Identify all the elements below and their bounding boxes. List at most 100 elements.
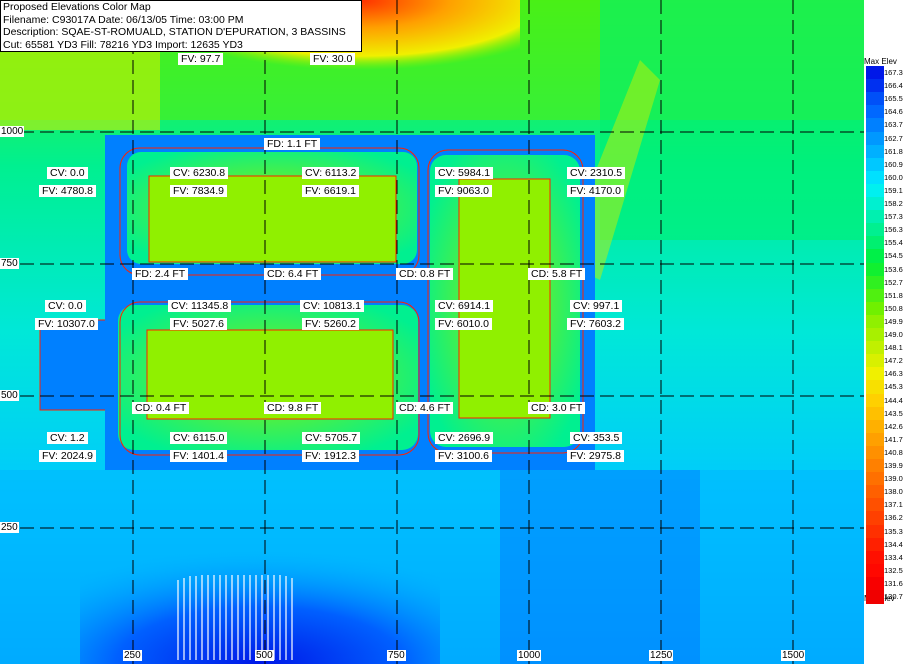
- legend-swatch: [866, 537, 884, 552]
- fv-label: FV: 6010.0: [435, 318, 492, 330]
- legend-swatch: [866, 511, 884, 526]
- cd-label: CD: 0.8 FT: [396, 268, 454, 280]
- legend-swatch: [866, 393, 884, 408]
- legend-swatch: [866, 105, 884, 120]
- legend-value: 157.3: [884, 212, 903, 222]
- legend-value: 160.0: [884, 172, 903, 182]
- legend-swatch: [866, 498, 884, 513]
- legend-swatch: [866, 576, 884, 591]
- elevation-legend: Max Elev Min Elev 167.3166.4165.5164.616…: [864, 56, 912, 604]
- y-tick-250: 250: [0, 522, 19, 533]
- totals-line: Cut: 65581 YD3 Fill: 78216 YD3 Import: 1…: [3, 38, 243, 51]
- legend-value: 139.0: [884, 474, 903, 484]
- fv-label: FV: 30.0: [310, 53, 356, 65]
- fv-label: FV: 9063.0: [435, 185, 492, 197]
- legend-value: 158.2: [884, 199, 903, 208]
- legend-value: 136.2: [884, 513, 903, 523]
- legend-value: 155.4: [884, 238, 903, 248]
- map-info-box: Proposed Elevations Color Map Filename: …: [0, 0, 362, 52]
- legend-swatch: [866, 236, 884, 251]
- legend-swatch: [866, 524, 884, 539]
- fv-label: FV: 1401.4: [170, 450, 227, 462]
- legend-value: 146.3: [884, 369, 903, 379]
- legend-value: 164.6: [884, 107, 903, 117]
- cv-label: CV: 1.2: [47, 432, 88, 444]
- fd-label: FD: 2.4 FT: [132, 268, 189, 280]
- cd-label: CD: 9.8 FT: [264, 402, 322, 414]
- legend-value: 134.4: [884, 539, 903, 549]
- cv-label: CV: 11345.8: [168, 300, 232, 312]
- fv-label: FV: 4170.0: [567, 185, 624, 197]
- legend-swatch: [866, 406, 884, 421]
- basin-3: [458, 178, 551, 419]
- legend-swatch: [866, 183, 884, 198]
- legend-swatch: [866, 157, 884, 172]
- legend-swatch: [866, 472, 884, 487]
- x-tick-500: 500: [255, 650, 274, 661]
- fv-label: FV: 97.7: [178, 53, 224, 65]
- legend-swatch: [866, 79, 884, 94]
- legend-swatch: [866, 445, 884, 460]
- elevation-color-map[interactable]: [0, 0, 864, 664]
- legend-swatch: [866, 301, 884, 316]
- legend-value: 153.6: [884, 264, 903, 274]
- legend-swatch: [866, 485, 884, 500]
- fv-label: FV: 2975.8: [567, 450, 624, 462]
- cv-label: CV: 5705.7: [302, 432, 361, 444]
- legend-value: 131.6: [884, 578, 903, 588]
- fv-label: FV: 4780.8: [39, 185, 96, 197]
- legend-swatch: [866, 92, 884, 107]
- fv-label: FV: 5260.2: [302, 318, 359, 330]
- cd-label: CD: 3.0 FT: [528, 402, 586, 414]
- legend-swatch: [866, 249, 884, 264]
- legend-value: 150.8: [884, 303, 903, 313]
- legend-value: 138.0: [884, 487, 903, 497]
- fv-label: FV: 1912.3: [302, 450, 359, 462]
- x-tick-1250: 1250: [649, 650, 674, 661]
- map-title: Proposed Elevations Color Map: [3, 1, 151, 13]
- legend-value: 132.5: [884, 565, 903, 575]
- legend-value: 152.7: [884, 277, 903, 287]
- legend-value: 149.9: [884, 316, 903, 326]
- legend-swatch: [866, 380, 884, 395]
- legend-value: 149.0: [884, 330, 903, 339]
- cv-label: CV: 6113.2: [302, 167, 360, 179]
- cv-label: CV: 2696.9: [435, 432, 494, 444]
- legend-swatch: [866, 210, 884, 225]
- legend-swatch: [866, 367, 884, 382]
- legend-value: 137.1: [884, 500, 903, 510]
- legend-swatch: [866, 144, 884, 159]
- legend-value: 165.5: [884, 94, 903, 104]
- cv-label: CV: 2310.5: [567, 167, 626, 179]
- x-tick-1000: 1000: [517, 650, 542, 661]
- legend-value: 166.4: [884, 81, 903, 91]
- cv-label: CV: 6230.8: [170, 167, 229, 179]
- cd-label: CD: 6.4 FT: [264, 268, 322, 280]
- legend-value: 163.7: [884, 120, 903, 130]
- legend-swatch: [866, 550, 884, 565]
- legend-swatch: [866, 131, 884, 146]
- legend-value: 140.8: [884, 447, 903, 457]
- legend-value: 148.1: [884, 343, 903, 353]
- fv-label: FV: 5027.6: [170, 318, 227, 330]
- fv-label: FV: 7603.2: [567, 318, 624, 330]
- cv-label: CV: 10813.1: [300, 300, 364, 312]
- legend-value: 141.7: [884, 434, 903, 444]
- x-tick-1500: 1500: [781, 650, 806, 661]
- cv-label: CV: 0.0: [47, 167, 88, 179]
- cv-label: CV: 6914.1: [435, 300, 494, 312]
- legend-swatch: [866, 118, 884, 133]
- legend-swatch: [866, 170, 884, 185]
- legend-value: 154.5: [884, 251, 903, 261]
- cv-label: CV: 5984.1: [435, 167, 494, 179]
- fd-label: FD: 1.1 FT: [264, 138, 321, 150]
- legend-swatch: [866, 66, 884, 80]
- legend-value: 133.4: [884, 552, 903, 562]
- filename-line: Filename: C93017A Date: 06/13/05 Time: 0…: [3, 13, 244, 26]
- legend-max-label: Max Elev: [864, 57, 897, 66]
- legend-swatch: [866, 563, 884, 578]
- cv-label: CV: 997.1: [570, 300, 623, 312]
- legend-value: 135.3: [884, 526, 903, 536]
- cd-label: CD: 4.6 FT: [396, 402, 454, 414]
- x-tick-250: 250: [123, 650, 142, 661]
